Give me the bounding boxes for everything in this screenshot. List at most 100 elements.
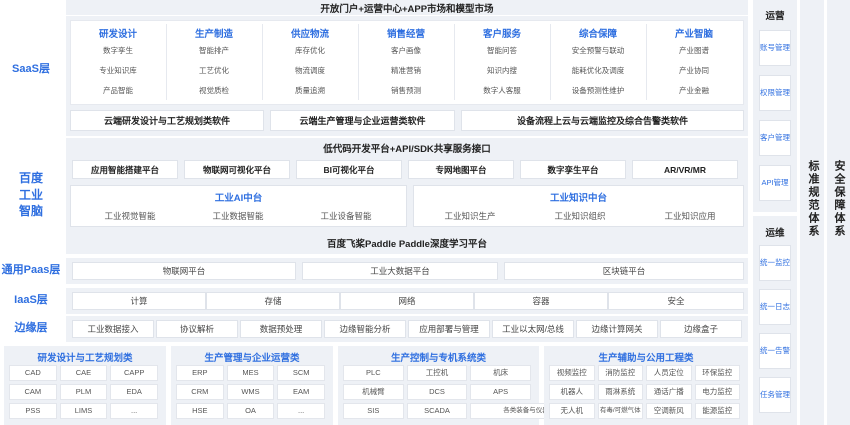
bottom-cell: MES [226, 365, 275, 381]
saas-col-item: 数字孪生 [103, 45, 133, 55]
edge-item: 应用部署与管理 [408, 320, 490, 338]
security-label: 安全保障体系 [833, 160, 845, 238]
saas-col-title: 综合保障 [578, 29, 617, 40]
saas-col-item: 产业协同 [679, 65, 709, 75]
bottom-cell: ERP [176, 365, 224, 381]
kg-center-item-3: 工业知识应用 [664, 211, 716, 221]
iaas-item: 存储 [206, 292, 340, 310]
edge-item: 边缘智能分析 [324, 320, 406, 338]
saas-col-item: 安全预警与联动 [571, 45, 625, 55]
bottom-cell: EAM [277, 384, 325, 400]
bottom-cell: 电力监控 [694, 384, 740, 400]
saas-col-title: 产业智脑 [674, 29, 713, 40]
maint-item: 统一告警 [759, 333, 791, 369]
saas-col-item: 能耗优化及调度 [571, 65, 625, 75]
saas-col-item: 智能排产 [199, 45, 229, 55]
maint-item: 统一监控 [759, 245, 791, 281]
bottom-cell: 通话广播 [646, 384, 692, 400]
saas-col-item: 质量追溯 [295, 85, 325, 95]
bottom-cell: CAD [9, 365, 57, 381]
bottom-cell: 机床 [470, 365, 531, 381]
ops-title: 运营 [765, 11, 785, 22]
layer-label-paas: 通用Paas层 [1, 264, 61, 277]
saas-bar-1: 云端研发设计与工艺规划类软件 [70, 110, 264, 131]
edge-item: 工业以太网/总线 [492, 320, 574, 338]
saas-col-item: 视觉质检 [199, 85, 229, 95]
kg-center-title: 工业知识中台 [549, 193, 607, 204]
paas-item-iot: 物联网平台 [72, 262, 296, 280]
paas-item-bigdata: 工业大数据平台 [302, 262, 498, 280]
bottom-cell: 环保监控 [694, 365, 740, 381]
saas-col-title: 客户服务 [482, 29, 521, 40]
maint-item: 统一日志 [759, 289, 791, 325]
bottom-cell: 机械臂 [343, 384, 404, 400]
maint-title: 运维 [765, 228, 785, 239]
iaas-item: 计算 [72, 292, 206, 310]
platform-item: 应用智能搭建平台 [72, 160, 178, 179]
layer-label-saas: SaaS层 [12, 63, 50, 76]
saas-col-item: 库存优化 [295, 45, 325, 55]
saas-col-item: 工艺优化 [199, 65, 229, 75]
saas-col-title: 供应物流 [290, 29, 329, 40]
saas-col-divider [262, 24, 263, 100]
saas-col-divider [166, 24, 167, 100]
bottom-cell: 有毒/可燃气体 [597, 403, 643, 419]
saas-col-title: 研发设计 [98, 29, 137, 40]
saas-col-divider [358, 24, 359, 100]
platform-item: AR/VR/MR [632, 160, 738, 179]
lowcode-title: 低代码开发平台+API/SDK共享服务接口 [323, 144, 491, 155]
ai-center-item-3: 工业设备智能 [320, 211, 372, 221]
saas-col-item: 物流调度 [295, 65, 325, 75]
bottom-group-title: 生产控制与专机系统类 [390, 353, 486, 364]
bottom-cell: CAE [59, 365, 108, 381]
platform-item: BI可视化平台 [296, 160, 402, 179]
edge-item: 数据预处理 [240, 320, 322, 338]
bottom-cell: 工控机 [406, 365, 468, 381]
saas-col-item: 智能问答 [487, 45, 517, 55]
bottom-cell: WMS [226, 384, 275, 400]
edge-item: 工业数据接入 [72, 320, 154, 338]
saas-bar-3: 设备流程上云与云端监控及综合告警类软件 [461, 110, 744, 131]
saas-col-divider [646, 24, 647, 100]
saas-col-item: 销售预测 [391, 85, 421, 95]
bottom-cell: PLC [343, 365, 404, 381]
saas-col-item: 专业知识库 [99, 65, 137, 75]
saas-col-item: 产业金融 [679, 85, 709, 95]
bottom-cell: DCS [406, 384, 468, 400]
edge-item: 边缘盒子 [660, 320, 742, 338]
standards-label: 标准规范体系 [807, 160, 819, 238]
saas-col-title: 销售经营 [386, 29, 425, 40]
layer-label-iaas: IaaS层 [14, 294, 48, 307]
saas-col-item: 知识内搜 [487, 65, 517, 75]
ops-item: 账号管理 [759, 30, 791, 66]
bottom-cell: 视频监控 [549, 365, 595, 381]
layer-label-baidu: 百度 工业 智脑 [18, 170, 43, 219]
bottom-cell: APS [470, 384, 531, 400]
bottom-cell: LIMS [59, 403, 108, 419]
bottom-cell: 消防监控 [597, 365, 643, 381]
bottom-cell: CAPP [110, 365, 158, 381]
bottom-cell: SIS [343, 403, 404, 419]
platform-item: 物联网可视化平台 [184, 160, 290, 179]
bottom-cell: OA [226, 403, 275, 419]
bottom-cell: EDA [110, 384, 158, 400]
bottom-cell: 机器人 [549, 384, 595, 400]
saas-col-divider [454, 24, 455, 100]
bottom-cell: ... [277, 403, 325, 419]
bottom-cell: HSE [176, 403, 224, 419]
paddle-title: 百度飞桨Paddle Paddle深度学习平台 [327, 239, 487, 250]
bottom-cell: 人员定位 [646, 365, 692, 381]
saas-col-item: 客户画像 [391, 45, 421, 55]
bottom-cell: 无人机 [549, 403, 595, 419]
ops-item: 客户管理 [759, 120, 791, 156]
saas-col-title: 生产制造 [194, 29, 233, 40]
bottom-cell: PSS [9, 403, 57, 419]
saas-col-item: 产品智能 [103, 85, 133, 95]
saas-col-item: 产业图谱 [679, 45, 709, 55]
bottom-cell: CAM [9, 384, 57, 400]
edge-item: 协议解析 [156, 320, 238, 338]
ai-center-item-2: 工业数据智能 [212, 211, 264, 221]
bottom-group-title: 研发设计与工艺规划类 [37, 353, 133, 364]
platform-item: 数字孪生平台 [520, 160, 626, 179]
bottom-group-title: 生产辅助与公用工程类 [598, 353, 694, 364]
